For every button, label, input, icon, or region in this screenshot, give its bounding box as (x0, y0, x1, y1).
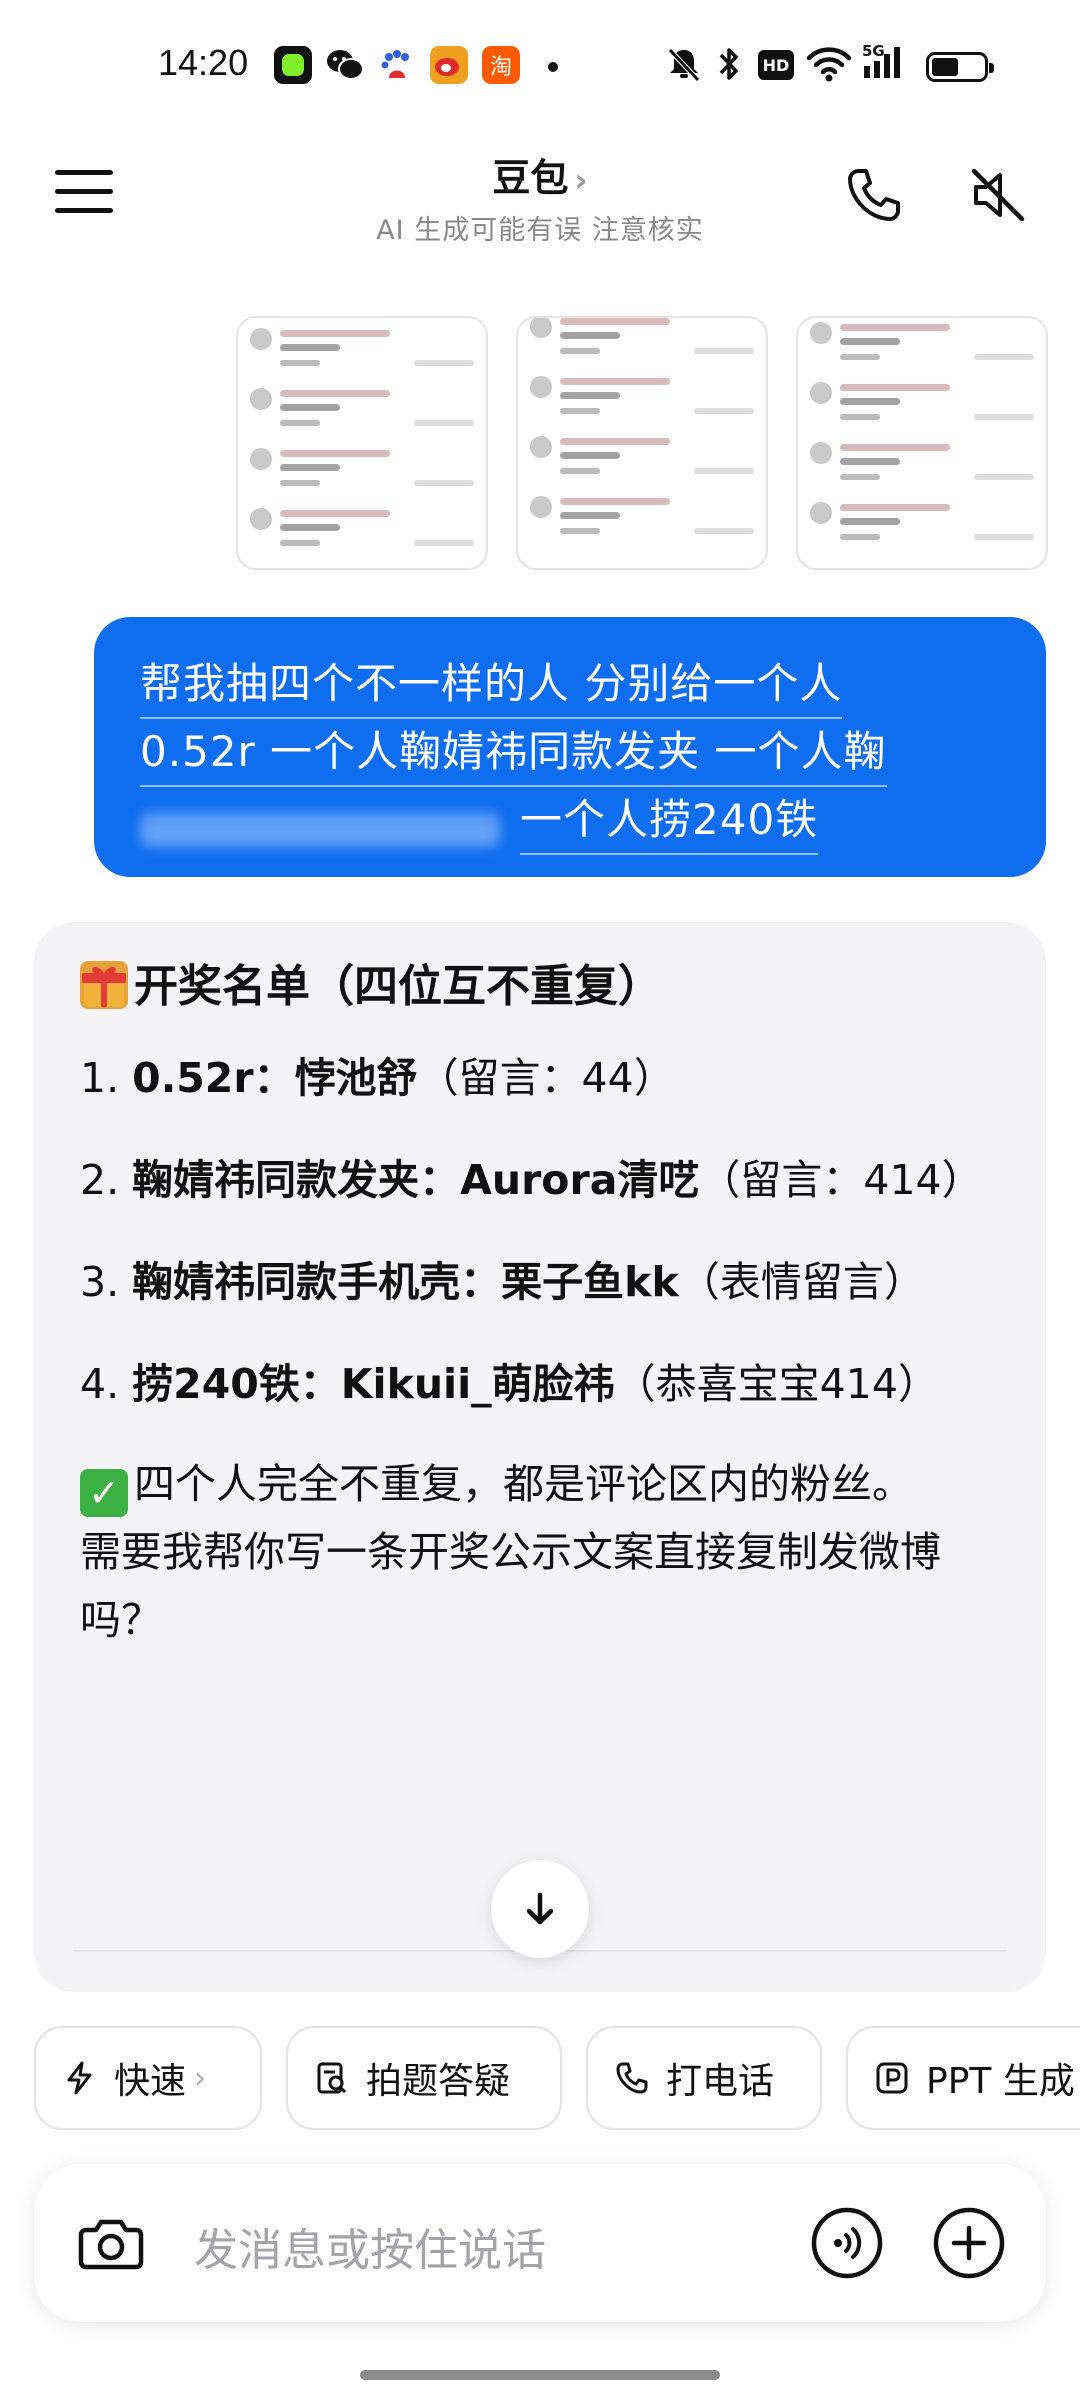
item-winner: 悖池舒 (294, 1054, 418, 1102)
message-input-bar[interactable]: 发消息或按住说话 (34, 2164, 1046, 2322)
bluetooth-icon (719, 48, 738, 80)
item-winner: 栗子鱼kk (501, 1258, 679, 1306)
phone-icon (616, 2062, 648, 2094)
ai-summary: ✓ 四个人完全不重复，都是评论区内的粉丝。 (80, 1450, 1006, 1518)
ai-heading: 开奖名单（四位互不重复） (80, 952, 1006, 1022)
message-input[interactable]: 发消息或按住说话 (194, 2214, 546, 2278)
item-note: （留言：44） (417, 1054, 675, 1102)
bot-name: 豆包 (492, 156, 569, 200)
item-note: （留言：414） (699, 1156, 983, 1204)
chip-label: 快速 (114, 2061, 187, 2102)
gift-icon (80, 961, 128, 1009)
winner-item-1: 1. 0.52r：悖池舒（留言：44） (80, 1044, 1006, 1112)
attached-images (236, 316, 1048, 570)
check-mark-icon: ✓ (80, 1469, 128, 1517)
phone-call-icon[interactable] (842, 163, 906, 227)
item-note: （表情留言） (678, 1258, 925, 1306)
item-prize: 捞240铁： (132, 1360, 341, 1408)
scan-question-icon (317, 2062, 347, 2094)
battery-icon (926, 52, 994, 82)
item-winner: Kikuii_萌脸祎 (340, 1360, 615, 1408)
status-bar: 14:20 淘 HD 5G (0, 0, 1080, 135)
arrow-down-icon (526, 1892, 554, 1925)
ppt-icon (876, 2062, 908, 2094)
5g-signal-icon: 5G (862, 42, 912, 84)
chip-chevron-icon: › (194, 2060, 207, 2096)
chip-label: 拍题答疑 (366, 2061, 511, 2102)
item-prize: 0.52r： (132, 1054, 295, 1102)
item-prize: 鞠婧祎同款发夹： (132, 1156, 461, 1204)
winner-item-3: 3. 鞠婧祎同款手机壳：栗子鱼kk（表情留言） (80, 1248, 1006, 1316)
item-number: 4. (80, 1360, 120, 1408)
redacted-text (140, 812, 500, 847)
chip-label: 打电话 (666, 2061, 775, 2102)
item-number: 3. (80, 1258, 120, 1306)
user-message-line-2: 0.52r 一个人鞠婧祎同款发夹 一个人鞠 (140, 719, 887, 787)
ai-question: 需要我帮你写一条开奖公示文案直接复制发微博吗？ (80, 1528, 941, 1644)
chat-title-block[interactable]: 豆包 › AI 生成可能有误 注意核实 (0, 147, 1080, 247)
5g-label: 5G (862, 42, 885, 60)
item-prize: 鞠婧祎同款手机壳： (132, 1258, 502, 1306)
winner-item-2: 2. 鞠婧祎同款发夹：Aurora清呓（留言：414） (80, 1146, 1006, 1214)
attached-image-1[interactable] (236, 316, 488, 570)
quick-action-chips: 快速 › 拍题答疑 打电话 PPT 生成 (34, 2026, 1080, 2132)
title-chevron-icon: › (574, 161, 588, 199)
taobao-icon: 淘 (482, 46, 520, 84)
mute-icon (668, 48, 700, 82)
chat-title: 豆包 › (0, 147, 1080, 202)
ai-heading-text: 开奖名单（四位互不重复） (134, 961, 662, 1012)
chip-label: PPT 生成 (926, 2061, 1075, 2102)
chip-phone-call[interactable]: 打电话 (586, 2026, 822, 2130)
item-number: 1. (80, 1054, 120, 1102)
scroll-to-bottom-button[interactable] (491, 1860, 589, 1958)
winner-item-4: 4. 捞240铁：Kikuii_萌脸祎（恭喜宝宝414） (80, 1350, 1006, 1418)
more-notifications-dot (548, 62, 558, 72)
ai-message-card[interactable]: 开奖名单（四位互不重复） 1. 0.52r：悖池舒（留言：44） 2. 鞠婧祎同… (34, 922, 1046, 1992)
home-indicator[interactable] (360, 2370, 720, 2380)
chip-photo-question[interactable]: 拍题答疑 (286, 2026, 562, 2130)
status-time: 14:20 (158, 42, 249, 83)
add-icon[interactable] (930, 2204, 1008, 2282)
chip-ppt-generate[interactable]: PPT 生成 (846, 2026, 1080, 2130)
user-message-bubble[interactable]: 帮我抽四个不一样的人 分别给一个人 0.52r 一个人鞠婧祎同款发夹 一个人鞠 … (94, 617, 1046, 877)
camera-icon[interactable] (72, 2204, 150, 2282)
baidu-icon (378, 46, 416, 84)
item-winner: Aurora清呓 (460, 1156, 700, 1204)
user-message-line-3: 一个人捞240铁 (520, 787, 819, 855)
item-note: （恭喜宝宝414） (614, 1360, 939, 1408)
weibo-icon (430, 46, 468, 84)
item-number: 2. (80, 1156, 120, 1204)
attached-image-2[interactable] (516, 316, 768, 570)
voice-wave-icon[interactable] (808, 2204, 886, 2282)
chat-header: 豆包 › AI 生成可能有误 注意核实 (0, 135, 1080, 255)
lightning-icon (67, 2061, 92, 2095)
hd-icon: HD (758, 50, 794, 80)
chip-quick-mode[interactable]: 快速 › (34, 2026, 262, 2130)
wechat-icon (326, 46, 364, 84)
chat-subtitle: AI 生成可能有误 注意核实 (376, 215, 704, 246)
speaker-mute-icon[interactable] (966, 163, 1030, 227)
attached-image-3[interactable] (796, 316, 1048, 570)
user-message-line-1: 帮我抽四个不一样的人 分别给一个人 (140, 651, 843, 719)
ai-summary-text: 四个人完全不重复，都是评论区内的粉丝。 (134, 1460, 913, 1508)
green-app-icon (274, 46, 312, 84)
wifi-icon (806, 47, 852, 82)
